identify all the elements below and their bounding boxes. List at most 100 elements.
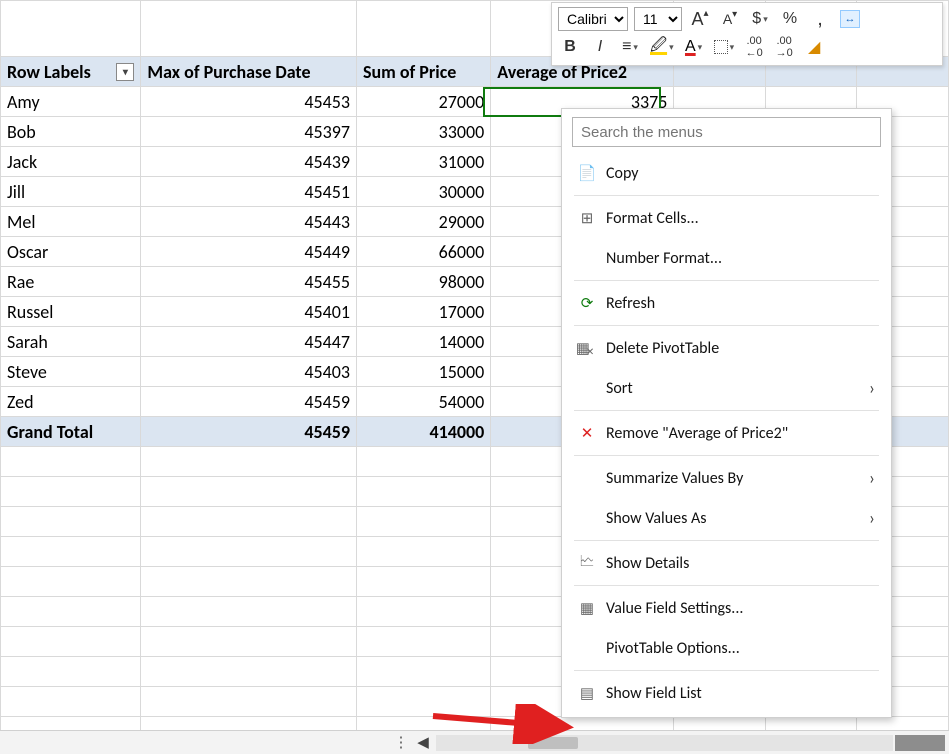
increase-decimal-button[interactable]: .00←0: [742, 35, 766, 59]
blank-cell[interactable]: [1, 687, 141, 717]
blank-cell[interactable]: [141, 537, 357, 567]
menu-pivottable-options[interactable]: PivotTable Options...: [562, 628, 891, 668]
cell-label[interactable]: Oscar: [1, 237, 141, 267]
blank-cell[interactable]: [1, 627, 141, 657]
blank-cell[interactable]: [141, 477, 357, 507]
cell-label[interactable]: Sarah: [1, 327, 141, 357]
menu-summarize-values-by[interactable]: Summarize Values By ›: [562, 458, 891, 498]
decrease-font-button[interactable]: A▾: [718, 7, 742, 31]
cell-max-date[interactable]: 45453: [141, 87, 357, 117]
menu-format-cells[interactable]: ⊞ Format Cells...: [562, 198, 891, 238]
blank-cell[interactable]: [356, 537, 490, 567]
cell-sum-price[interactable]: 98000: [356, 267, 490, 297]
blank-cell[interactable]: [141, 1, 357, 57]
cell-max-date[interactable]: 45449: [141, 237, 357, 267]
menu-remove-field[interactable]: ✕ Remove "Average of Price2": [562, 413, 891, 453]
blank-cell[interactable]: [141, 567, 357, 597]
cell-label[interactable]: Russel: [1, 297, 141, 327]
blank-cell[interactable]: [141, 657, 357, 687]
cell-sum-price[interactable]: 15000: [356, 357, 490, 387]
cell-max-date[interactable]: 45397: [141, 117, 357, 147]
decrease-decimal-button[interactable]: .00→0: [772, 35, 796, 59]
scrollbar-thumb[interactable]: [528, 737, 578, 749]
italic-button[interactable]: I: [588, 35, 612, 59]
cell-sum-price[interactable]: 14000: [356, 327, 490, 357]
font-size-select[interactable]: 11: [634, 7, 682, 31]
cell-sum-price[interactable]: 54000: [356, 387, 490, 417]
cell-sum-price[interactable]: 29000: [356, 207, 490, 237]
cell-max-date[interactable]: 45403: [141, 357, 357, 387]
blank-cell[interactable]: [1, 477, 141, 507]
scrollbar-track[interactable]: [436, 735, 893, 751]
grand-total-label[interactable]: Grand Total: [1, 417, 141, 447]
header-max-date[interactable]: Max of Purchase Date: [141, 57, 357, 87]
menu-show-values-as[interactable]: Show Values As ›: [562, 498, 891, 538]
menu-sort[interactable]: Sort ›: [562, 368, 891, 408]
blank-cell[interactable]: [356, 657, 490, 687]
menu-show-field-list[interactable]: ▤ Show Field List: [562, 673, 891, 713]
cell-max-date[interactable]: 45443: [141, 207, 357, 237]
sheet-tab-menu-icon[interactable]: ⋮: [390, 733, 412, 752]
blank-cell[interactable]: [1, 657, 141, 687]
grand-total-max-date[interactable]: 45459: [141, 417, 357, 447]
cell-label[interactable]: Steve: [1, 357, 141, 387]
align-menu-button[interactable]: ≡: [618, 35, 642, 59]
blank-cell[interactable]: [356, 597, 490, 627]
cell-max-date[interactable]: 45447: [141, 327, 357, 357]
percent-format-button[interactable]: %: [778, 7, 802, 31]
cell-max-date[interactable]: 45455: [141, 267, 357, 297]
blank-cell[interactable]: [1, 537, 141, 567]
format-painter-button[interactable]: ◢: [802, 35, 826, 59]
cell-label[interactable]: Bob: [1, 117, 141, 147]
cell-label[interactable]: Jack: [1, 147, 141, 177]
comma-format-button[interactable]: ,: [808, 7, 832, 31]
cell-max-date[interactable]: 45459: [141, 387, 357, 417]
cell-label[interactable]: Mel: [1, 207, 141, 237]
blank-cell[interactable]: [141, 687, 357, 717]
cell-max-date[interactable]: 45439: [141, 147, 357, 177]
cell-sum-price[interactable]: 17000: [356, 297, 490, 327]
font-color-button[interactable]: A: [682, 35, 706, 59]
menu-show-details[interactable]: 🗠 Show Details: [562, 543, 891, 583]
menu-number-format[interactable]: Number Format...: [562, 238, 891, 278]
autofit-button[interactable]: ↔: [838, 7, 862, 31]
blank-cell[interactable]: [356, 567, 490, 597]
borders-button[interactable]: [712, 35, 737, 59]
cell-max-date[interactable]: 45401: [141, 297, 357, 327]
menu-value-field-settings[interactable]: ▦ Value Field Settings...: [562, 588, 891, 628]
blank-cell[interactable]: [356, 627, 490, 657]
header-row-labels[interactable]: Row Labels ▾: [1, 57, 141, 87]
header-sum-price[interactable]: Sum of Price: [356, 57, 490, 87]
row-labels-filter-button[interactable]: ▾: [116, 63, 134, 81]
blank-cell[interactable]: [356, 507, 490, 537]
blank-cell[interactable]: [1, 597, 141, 627]
cell-label[interactable]: Amy: [1, 87, 141, 117]
blank-cell[interactable]: [356, 447, 490, 477]
cell-label[interactable]: Rae: [1, 267, 141, 297]
cell-sum-price[interactable]: 66000: [356, 237, 490, 267]
cell-max-date[interactable]: 45451: [141, 177, 357, 207]
cell-sum-price[interactable]: 30000: [356, 177, 490, 207]
increase-font-button[interactable]: A▴: [688, 7, 712, 31]
blank-cell[interactable]: [1, 1, 141, 57]
menu-search-input[interactable]: [572, 117, 881, 147]
blank-cell[interactable]: [141, 627, 357, 657]
currency-format-button[interactable]: $: [748, 7, 772, 31]
grand-total-sum-price[interactable]: 414000: [356, 417, 490, 447]
cell-sum-price[interactable]: 27000: [356, 87, 490, 117]
blank-cell[interactable]: [141, 507, 357, 537]
blank-cell[interactable]: [1, 447, 141, 477]
menu-delete-pivottable[interactable]: ▦✕ Delete PivotTable: [562, 328, 891, 368]
scroll-left-arrow[interactable]: ◀: [412, 733, 434, 753]
menu-copy[interactable]: 📄 Copy: [562, 153, 891, 193]
font-name-select[interactable]: Calibri: [558, 7, 628, 31]
highlight-color-button[interactable]: 🖉: [648, 35, 676, 59]
cell-sum-price[interactable]: 33000: [356, 117, 490, 147]
blank-cell[interactable]: [141, 597, 357, 627]
blank-cell[interactable]: [356, 477, 490, 507]
cell-sum-price[interactable]: 31000: [356, 147, 490, 177]
cell-label[interactable]: Zed: [1, 387, 141, 417]
bold-button[interactable]: B: [558, 35, 582, 59]
blank-cell[interactable]: [1, 567, 141, 597]
cell-label[interactable]: Jill: [1, 177, 141, 207]
